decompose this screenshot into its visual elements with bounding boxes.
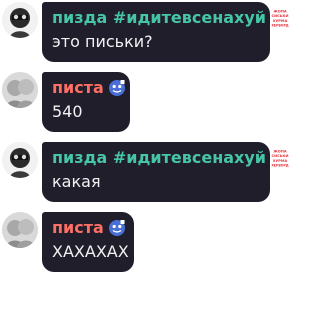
message-bubble: пизда #идитевсенахуй ЖОПА СИСЬКИ ХУРМА Х… bbox=[42, 142, 289, 202]
sender-row: пизда #идитевсенахуй ЖОПА СИСЬКИ ХУРМА Х… bbox=[52, 8, 289, 28]
message-text: 540 bbox=[52, 102, 83, 121]
svg-text:ХЕРВОРД: ХЕРВОРД bbox=[271, 23, 288, 27]
text-sticker-icon: ЖОПА СИСЬКИ ХУРМА ХЕРВОРД bbox=[271, 8, 289, 28]
user-avatar-icon bbox=[2, 142, 38, 178]
svg-text:ХУРМА: ХУРМА bbox=[273, 159, 288, 163]
chat-message[interactable]: пизда #идитевсенахуй ЖОПА СИСЬКИ ХУРМА Х… bbox=[0, 0, 289, 66]
chat-message[interactable]: писта 540 bbox=[0, 70, 270, 136]
svg-text:СИСЬКИ: СИСЬКИ bbox=[272, 154, 289, 158]
sender-name[interactable]: пизда #идитевсенахуй bbox=[52, 148, 266, 168]
user-avatar-icon bbox=[2, 212, 38, 248]
chat-message[interactable]: пизда #идитевсенахуй ЖОПА СИСЬКИ ХУРМА Х… bbox=[0, 140, 289, 206]
sender-name[interactable]: пизда #идитевсенахуй bbox=[52, 8, 266, 28]
svg-text:СИСЬКИ: СИСЬКИ bbox=[272, 14, 289, 18]
avatar[interactable] bbox=[2, 2, 38, 38]
user-avatar-icon bbox=[2, 72, 38, 108]
chat-message-list: пизда #идитевсенахуй ЖОПА СИСЬКИ ХУРМА Х… bbox=[0, 0, 289, 320]
message-text: это письки? bbox=[52, 32, 153, 51]
sender-row: пизда #идитевсенахуй ЖОПА СИСЬКИ ХУРМА Х… bbox=[52, 148, 289, 168]
chat-message[interactable]: писта ХАХАХАХ bbox=[0, 210, 270, 276]
message-text: ХАХАХАХ bbox=[52, 242, 129, 261]
svg-text:ХУРМА: ХУРМА bbox=[273, 19, 288, 23]
svg-text:ХЕРВОРД: ХЕРВОРД bbox=[271, 163, 288, 167]
sender-name[interactable]: писта bbox=[52, 218, 104, 238]
emoji-sticker-icon bbox=[108, 219, 126, 237]
sender-name[interactable]: писта bbox=[52, 78, 104, 98]
sender-row: писта bbox=[52, 218, 126, 238]
message-text: какая bbox=[52, 172, 101, 191]
sender-row: писта bbox=[52, 78, 125, 98]
emoji-sticker-icon bbox=[108, 79, 126, 97]
svg-text:ЖОПА: ЖОПА bbox=[273, 10, 286, 14]
svg-text:ЖОПА: ЖОПА bbox=[273, 150, 286, 154]
text-sticker-icon: ЖОПА СИСЬКИ ХУРМА ХЕРВОРД bbox=[271, 148, 289, 168]
avatar[interactable] bbox=[2, 72, 38, 108]
message-bubble: писта 540 bbox=[42, 72, 130, 132]
avatar[interactable] bbox=[2, 142, 38, 178]
message-bubble: пизда #идитевсенахуй ЖОПА СИСЬКИ ХУРМА Х… bbox=[42, 2, 289, 62]
avatar[interactable] bbox=[2, 212, 38, 248]
message-bubble: писта ХАХАХАХ bbox=[42, 212, 134, 272]
user-avatar-icon bbox=[2, 2, 38, 38]
